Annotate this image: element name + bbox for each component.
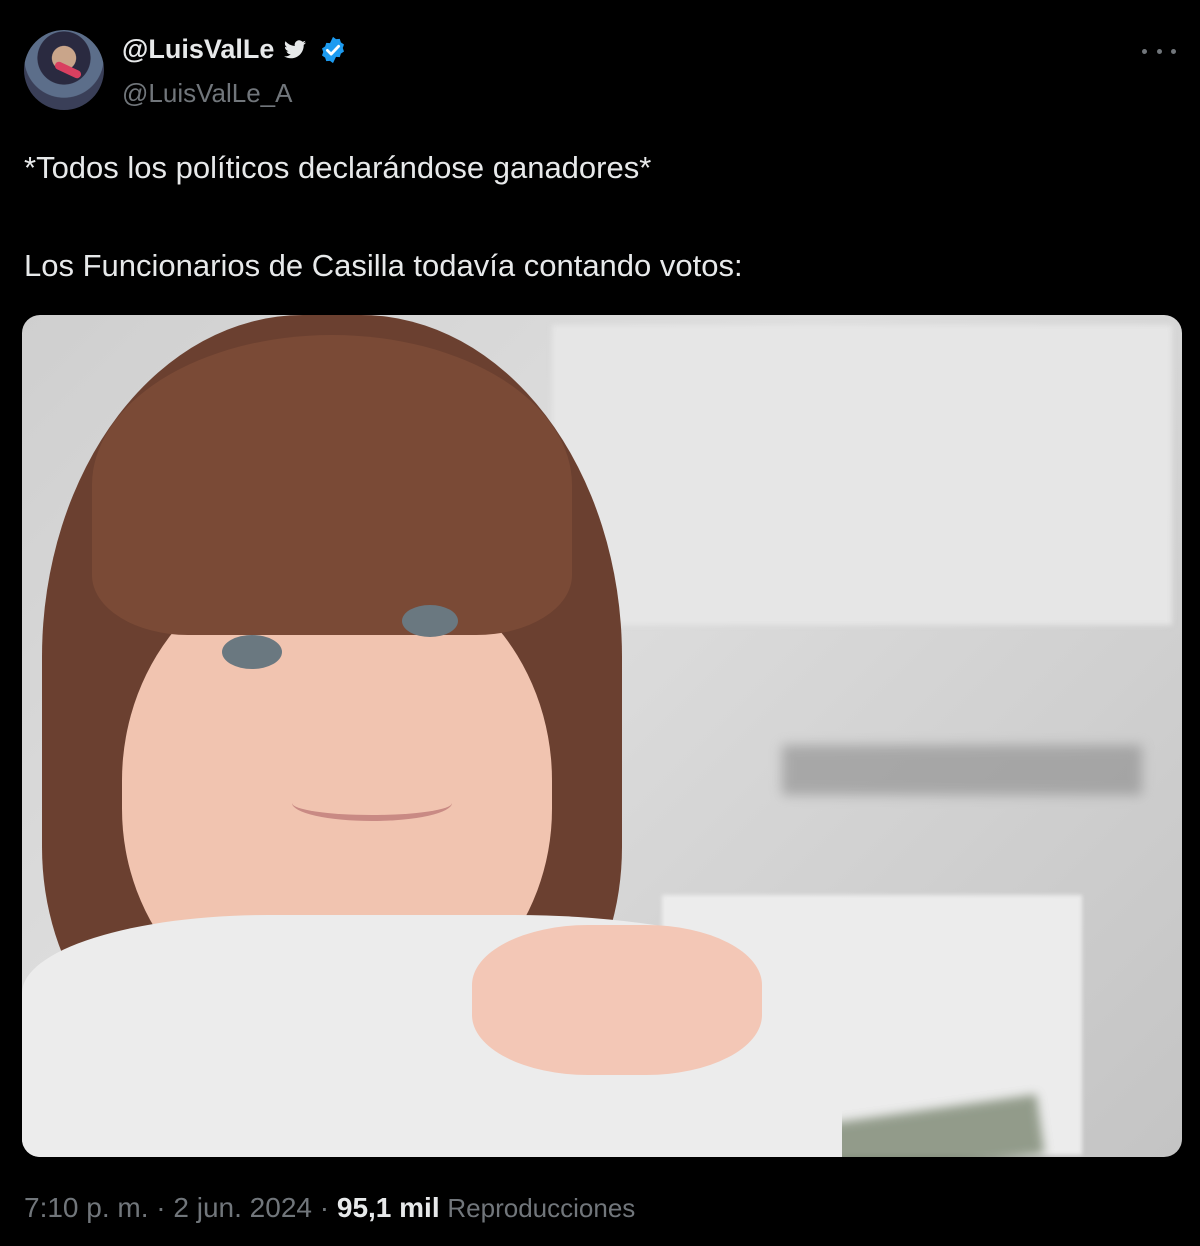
tweet-date[interactable]: 2 jun. 2024 (173, 1192, 312, 1223)
views-count: 95,1 mil (336, 1192, 440, 1223)
twitter-bird-icon (284, 39, 307, 58)
avatar-detail (53, 60, 83, 80)
author-name-row[interactable]: @LuisValLe (122, 34, 348, 65)
more-dot (1171, 48, 1176, 54)
tweet-meta: 7:10 p. m. · 2 jun. 2024 · 95,1 mil Repr… (24, 1192, 635, 1224)
views-label: Reproducciones (447, 1193, 636, 1223)
child-hand (472, 925, 762, 1075)
tweet-line-1: *Todos los políticos declarándose ganado… (24, 150, 652, 185)
more-dot (1156, 48, 1162, 54)
verified-badge-icon (322, 36, 345, 63)
author-handle[interactable]: @LuisValLe_A (122, 78, 292, 109)
child-eye-right (402, 605, 458, 637)
child-smile (292, 785, 452, 821)
tweet-text: *Todos los políticos declarándose ganado… (24, 145, 1174, 289)
meta-separator: · (156, 1192, 166, 1223)
child-eye-left (222, 635, 282, 669)
author-display-name[interactable]: @LuisValLe (122, 34, 274, 65)
child-bangs (92, 335, 572, 635)
tweet-media-photo[interactable] (22, 315, 1182, 1157)
tweet-line-2: Los Funcionarios de Casilla todavía cont… (24, 248, 743, 283)
ballot-box-print (782, 745, 1142, 795)
author-avatar[interactable] (24, 30, 104, 110)
tweet-time[interactable]: 7:10 p. m. (24, 1192, 149, 1223)
more-options-icon[interactable] (1142, 38, 1176, 64)
ballot-box-background (552, 325, 1172, 625)
meta-separator: · (319, 1192, 330, 1223)
more-dot (1142, 48, 1147, 54)
